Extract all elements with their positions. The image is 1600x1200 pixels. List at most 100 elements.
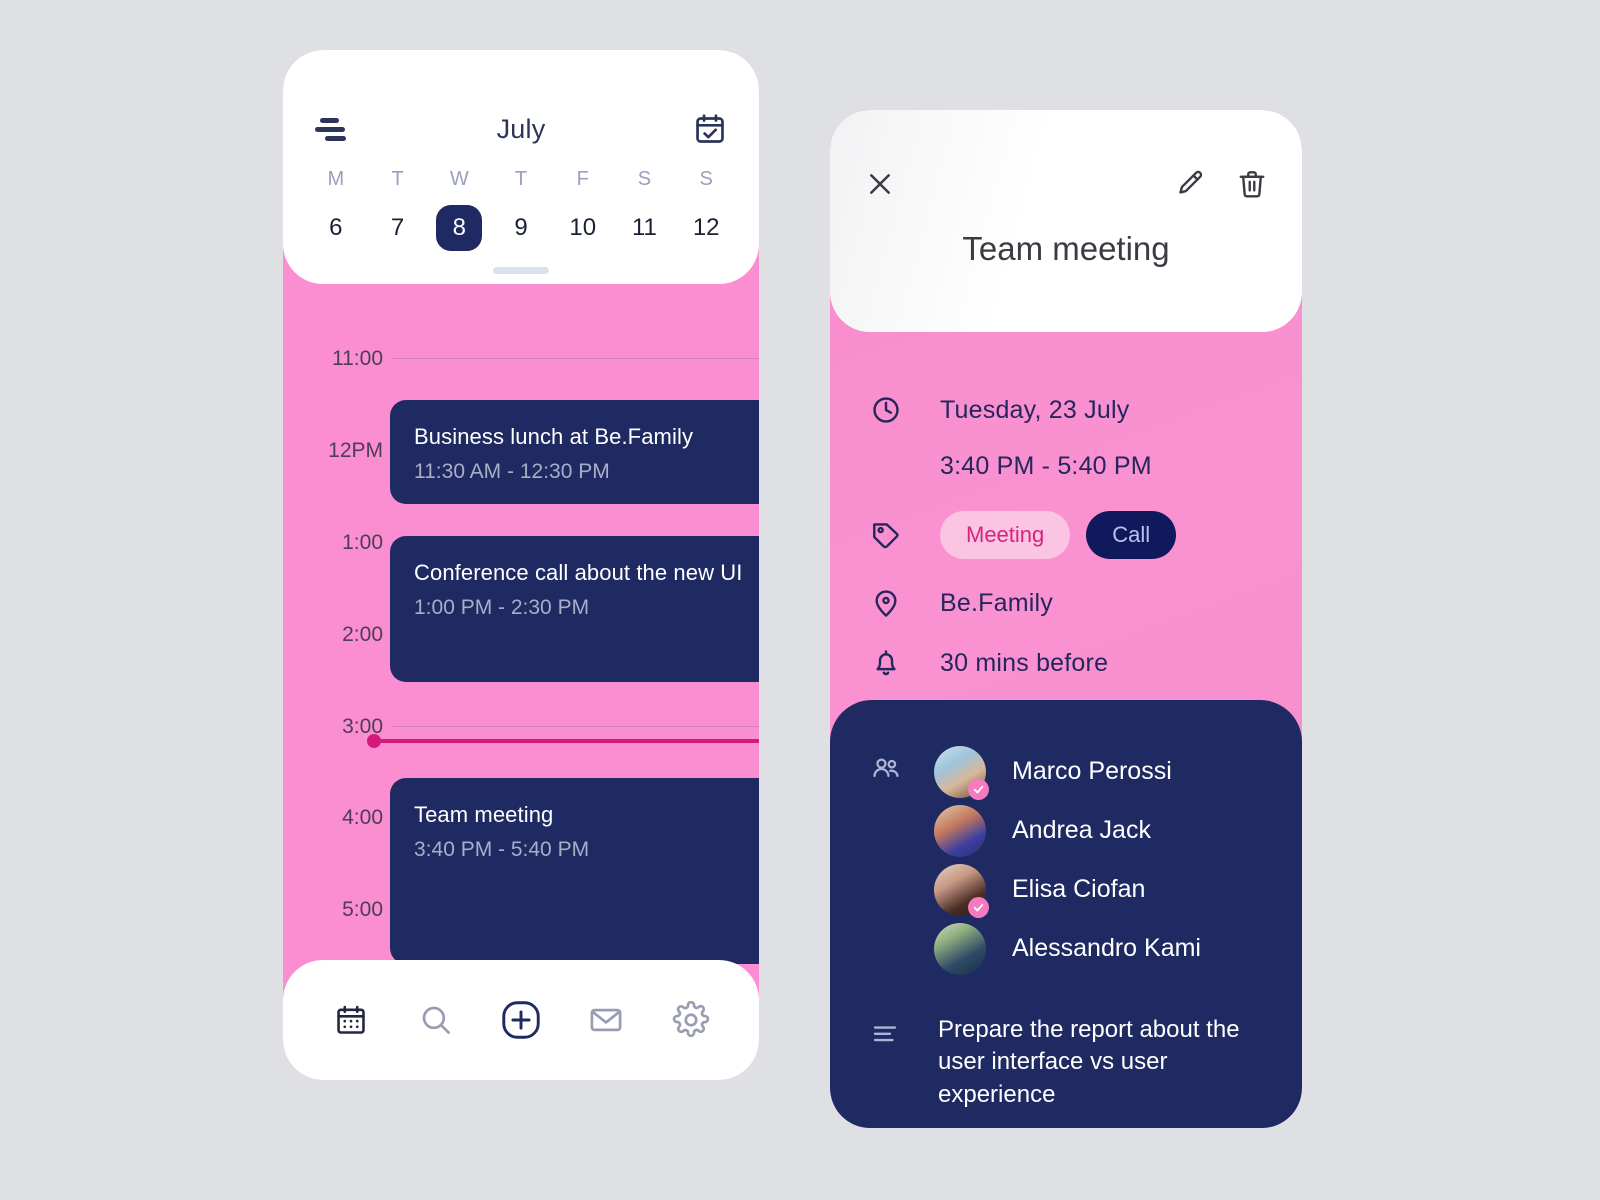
people-icon [870,753,912,790]
weekday-label-4: F [576,168,589,190]
calendar-phone: 11:00 12PM 1:00 2:00 3:00 4:00 5:00 Business lu… [283,50,759,1080]
date-cell-11[interactable]: 11 [614,205,676,251]
date-number: 12 [692,214,720,241]
notes-icon [870,1014,912,1055]
date-cell-10[interactable]: 10 [552,205,614,251]
notes-text: Prepare the report about the user interf… [938,1016,1240,1108]
nav-add-icon[interactable] [499,998,543,1042]
clock-icon [870,394,912,426]
date-cell-12[interactable]: 12 [675,205,737,251]
detail-body: Tuesday, 23 July 3:40 PM - 5:40 PM Meeti… [830,332,1302,679]
tag-chip-call[interactable]: Call [1086,511,1177,559]
notes-row: Prepare the report about the user interf… [830,978,1302,1111]
detail-row-location: Be.Family [830,587,1302,619]
date-number: 11 [631,214,657,241]
weekday-label-0: M [327,168,345,190]
close-icon[interactable] [864,168,896,200]
event-card-time: 11:30 AM - 12:30 PM [414,460,610,483]
event-time: 3:40 PM - 5:40 PM [940,452,1152,480]
tag-chip-group: Meeting Call [940,511,1177,559]
weekday-label-6: S [699,168,713,190]
tag-chip-meeting[interactable]: Meeting [940,511,1071,559]
event-detail-phone: Team meeting Tuesday, 23 July 3:40 PM - … [830,110,1302,1128]
attendee-row[interactable]: Alessandro Kami [830,919,1302,978]
detail-row-date: Tuesday, 23 July [830,394,1302,426]
nav-search-icon[interactable] [414,998,458,1042]
attendee-row[interactable]: Marco Perossi [830,742,1302,801]
detail-row-time: 3:40 PM - 5:40 PM [830,452,1302,481]
hour-label: 4:00 [342,806,383,829]
hour-gridline [391,358,759,359]
attendee-name: Andrea Jack [1012,816,1151,844]
event-card[interactable]: Team meeting 3:40 PM - 5:40 PM [390,778,759,964]
date-number: 6 [329,214,343,241]
nav-calendar-icon[interactable] [329,998,373,1042]
confirmed-check-icon [968,778,989,800]
avatar [934,745,989,800]
calendar-check-icon[interactable] [693,112,727,146]
current-time-indicator [371,739,759,743]
date-number: 8 [436,205,483,251]
calendar-topbar: July [283,50,759,146]
attendee-list: Marco Perossi Andrea Jack Elisa Ciofan Ales… [830,700,1302,978]
weekday-labels: MTWTFSS [283,168,759,191]
event-card-title: Conference call about the new UI [414,560,743,585]
pencil-icon[interactable] [1174,168,1206,200]
avatar-image [934,922,986,975]
weekday-label-5: S [637,168,652,190]
detail-row-reminder: 30 mins before [830,647,1302,679]
weekday-label-3: T [514,168,528,190]
confirmed-check-icon [968,896,989,918]
detail-row-tags: Meeting Call [830,511,1302,559]
attendee-name: Elisa Ciofan [1012,875,1146,903]
avatar [934,804,986,857]
date-number: 9 [514,214,528,241]
event-card-time: 3:40 PM - 5:40 PM [414,838,590,861]
hour-label: 11:00 [332,347,383,370]
event-location: Be.Family [940,588,1053,617]
screen: 11:00 12PM 1:00 2:00 3:00 4:00 5:00 Business lu… [0,0,1600,1200]
hour-label: 12PM [328,439,383,462]
bottom-navigation [283,960,759,1080]
weekday-label-2: W [449,168,469,190]
event-title: Team meeting [962,230,1170,267]
hour-label: 5:00 [342,898,383,921]
avatar [934,922,986,975]
attendee-row[interactable]: Andrea Jack [830,801,1302,860]
calendar-header: July M T W T F S S 6 7 8 9 10 11 12 [283,50,759,284]
event-date: Tuesday, 23 July [940,395,1130,424]
event-card[interactable]: Conference call about the new UI 1:00 PM … [390,536,759,682]
page-title: July [496,113,546,144]
detail-header-card: Team meeting [830,110,1302,332]
hour-label: 1:00 [342,531,383,554]
date-number: 10 [569,214,597,241]
avatar-image [934,804,986,857]
drag-handle[interactable] [493,267,549,274]
hour-gridline [391,726,759,727]
detail-actions [830,110,1302,200]
nav-mail-icon[interactable] [584,998,628,1042]
weekday-label-1: T [391,168,404,190]
date-cell-9[interactable]: 9 [490,205,552,251]
attendee-name: Marco Perossi [1012,757,1172,785]
attendee-row[interactable]: Elisa Ciofan [830,860,1302,919]
detail-action-group [1174,168,1268,200]
nav-settings-icon[interactable] [669,998,713,1042]
hamburger-menu-icon[interactable] [315,117,349,141]
hour-label: 2:00 [342,623,383,646]
location-pin-icon [870,587,912,619]
avatar [934,863,989,918]
bell-icon [870,647,912,679]
event-card[interactable]: Business lunch at Be.Family 11:30 AM - 12… [390,400,759,504]
date-cell-6[interactable]: 6 [305,205,367,251]
attendee-name: Alessandro Kami [1012,934,1201,962]
event-card-title: Business lunch at Be.Family [414,424,694,449]
trash-icon[interactable] [1236,168,1268,200]
date-cell-8[interactable]: 8 [428,205,490,251]
date-number: 7 [390,214,405,241]
event-card-title: Team meeting [414,802,554,827]
attendees-card: Marco Perossi Andrea Jack Elisa Ciofan Ales… [830,700,1302,1128]
tag-icon [870,519,912,551]
date-cell-7[interactable]: 7 [367,205,429,251]
event-reminder: 30 mins before [940,648,1109,677]
